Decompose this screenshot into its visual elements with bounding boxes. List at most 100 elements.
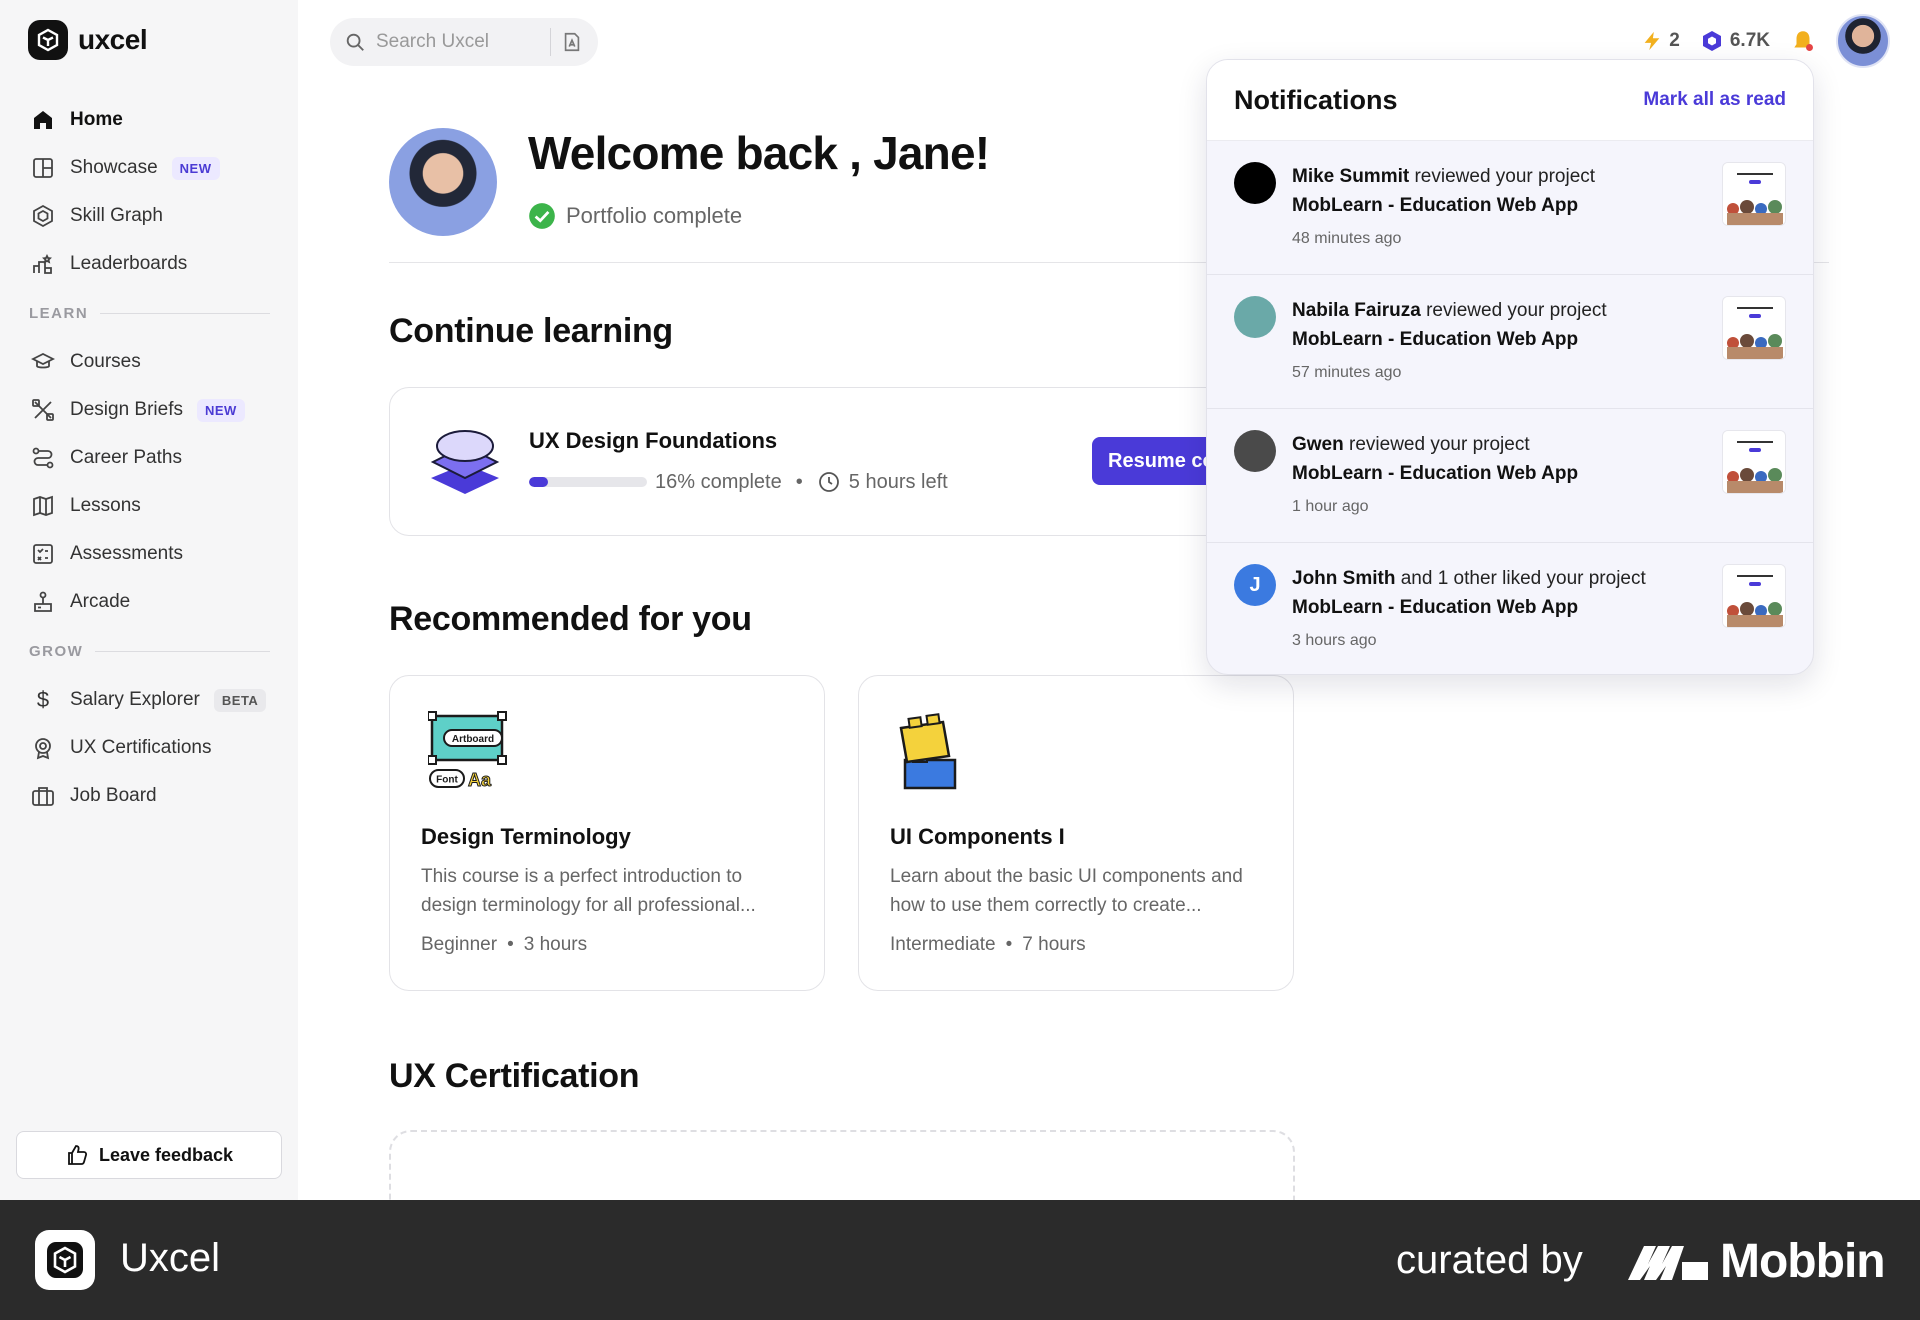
skill-graph-icon (30, 203, 56, 229)
notification-item[interactable]: Gwen reviewed your project MobLearn - Ed… (1207, 409, 1813, 543)
notification-actor: John Smith (1292, 568, 1396, 589)
sidebar-item-skill-graph[interactable]: Skill Graph (16, 192, 282, 240)
app-name: uxcel (78, 24, 148, 55)
notification-time: 1 hour ago (1292, 498, 1369, 515)
search-bar[interactable] (330, 18, 598, 66)
portfolio-status: Portfolio complete (528, 202, 742, 230)
leave-feedback-button[interactable]: Leave feedback (16, 1131, 282, 1179)
time-left: 5 hours left (848, 470, 948, 493)
user-avatar[interactable] (1836, 14, 1890, 68)
check-circle-icon (528, 202, 556, 230)
certification-heading: UX Certification (389, 1057, 640, 1095)
certification-icon (30, 735, 56, 761)
sidebar-item-job-board[interactable]: Job Board (16, 772, 282, 820)
notifications-popover: Notifications Mark all as read Mike Summ… (1206, 59, 1814, 675)
sidebar-item-lessons[interactable]: Lessons (16, 482, 282, 530)
sidebar-item-label: Skill Graph (70, 205, 163, 226)
course-card-ui-components[interactable]: UI Components I Learn about the basic UI… (858, 675, 1294, 991)
notification-item[interactable]: Mike Summit reviewed your project MobLear… (1207, 141, 1813, 275)
leave-feedback-label: Leave feedback (98, 1144, 234, 1165)
project-thumbnail[interactable] (1722, 564, 1786, 628)
course-title: Design Terminology (421, 824, 631, 849)
notification-time: 48 minutes ago (1292, 230, 1402, 247)
mobbin-name: Mobbin (1720, 1235, 1886, 1288)
course-progress: 16% complete • 5 hours left (529, 470, 948, 494)
course-description: This course is a perfect introduction to… (421, 866, 756, 916)
assessments-icon (30, 541, 56, 567)
search-input[interactable] (376, 31, 536, 53)
mobbin-logo-icon (1626, 1240, 1710, 1284)
portfolio-status-text: Portfolio complete (566, 203, 743, 228)
sidebar: uxcel Home Showcase NEW Skill Graph Lead… (0, 0, 298, 1200)
notifications-header: Notifications Mark all as read (1207, 60, 1813, 141)
course-meta: Beginner • 3 hours (421, 934, 587, 956)
notification-actor: Gwen (1292, 434, 1344, 455)
points-counter[interactable]: 6.7K (1700, 29, 1770, 53)
notification-time: 3 hours ago (1292, 632, 1377, 649)
career-paths-icon (30, 445, 56, 471)
notification-text: Mike Summit reviewed your project MobLear… (1292, 162, 1692, 220)
uxcel-footer-logo-icon (35, 1230, 95, 1290)
points-value: 6.7K (1729, 30, 1770, 51)
notification-project: MobLearn - Education Web App (1292, 597, 1579, 618)
mobbin-brand: Mobbin (1626, 1234, 1886, 1289)
course-card-design-terminology[interactable]: Artboard Font Aa Design Terminology This… (389, 675, 825, 991)
notification-time: 57 minutes ago (1292, 364, 1402, 381)
streak-value: 2 (1669, 30, 1680, 51)
sidebar-item-label: Arcade (70, 591, 131, 612)
sidebar-item-arcade[interactable]: Arcade (16, 578, 282, 626)
notification-item[interactable]: J John Smith and 1 other liked your proje… (1207, 543, 1813, 674)
notification-avatar (1234, 162, 1276, 204)
sidebar-item-career-paths[interactable]: Career Paths (16, 434, 282, 482)
sidebar-item-label: Design Briefs (70, 399, 183, 420)
sidebar-item-showcase[interactable]: Showcase NEW (16, 144, 282, 192)
streak-counter[interactable]: 2 (1641, 29, 1680, 53)
uxcel-logo-icon (28, 20, 68, 60)
leaderboards-icon (30, 251, 56, 277)
search-divider (550, 28, 551, 56)
sidebar-item-assessments[interactable]: Assessments (16, 530, 282, 578)
course-duration: 7 hours (1022, 934, 1086, 955)
notification-action: reviewed your project (1409, 166, 1596, 187)
sidebar-item-label: Lessons (70, 495, 141, 516)
course-title: UX Design Foundations (529, 428, 778, 453)
sidebar-item-design-briefs[interactable]: Design Briefs NEW (16, 386, 282, 434)
sidebar-item-leaderboards[interactable]: Leaderboards (16, 240, 282, 288)
mark-all-read-button[interactable]: Mark all as read (1643, 89, 1786, 111)
course-duration: 3 hours (523, 934, 588, 955)
briefcase-icon (30, 783, 56, 809)
notification-text: John Smith and 1 other liked your projec… (1292, 564, 1692, 622)
project-thumbnail[interactable] (1722, 162, 1786, 226)
artboard-label: Artboard (452, 734, 494, 745)
sidebar-nav: Home Showcase NEW Skill Graph Leaderboar… (16, 96, 282, 820)
progress-text: 16% complete (655, 470, 782, 493)
sidebar-item-label: UX Certifications (70, 737, 212, 758)
sidebar-item-home[interactable]: Home (16, 96, 282, 144)
recommended-heading: Recommended for you (389, 600, 752, 638)
notification-avatar (1234, 296, 1276, 338)
beta-badge: BETA (213, 688, 267, 712)
progress-bar (529, 477, 647, 487)
thumbs-up-icon (65, 1143, 89, 1167)
separator-dot: • (507, 934, 514, 955)
app-logo[interactable]: uxcel (28, 20, 148, 60)
separator-dot: • (1005, 934, 1013, 955)
notification-text: Gwen reviewed your project MobLearn - Ed… (1292, 430, 1692, 488)
new-badge: NEW (197, 398, 245, 422)
notification-project: MobLearn - Education Web App (1292, 329, 1579, 350)
curated-by-label: curated by (1396, 1238, 1583, 1282)
sidebar-item-label: Courses (70, 351, 141, 372)
keyboard-shortcut-icon[interactable] (561, 31, 583, 53)
avatar-initial: J (1249, 573, 1261, 596)
design-briefs-icon (30, 397, 56, 423)
notification-item[interactable]: Nabila Fairuza reviewed your project MobL… (1207, 275, 1813, 409)
project-thumbnail[interactable] (1722, 430, 1786, 494)
courses-icon (30, 349, 56, 375)
project-thumbnail[interactable] (1722, 296, 1786, 360)
clock-icon (817, 470, 841, 494)
bell-icon[interactable] (1790, 28, 1816, 54)
artboard-font-icon: Artboard Font Aa (428, 710, 508, 790)
sidebar-item-salary-explorer[interactable]: $ Salary Explorer BETA (16, 676, 282, 724)
sidebar-item-ux-certifications[interactable]: UX Certifications (16, 724, 282, 772)
sidebar-item-courses[interactable]: Courses (16, 338, 282, 386)
